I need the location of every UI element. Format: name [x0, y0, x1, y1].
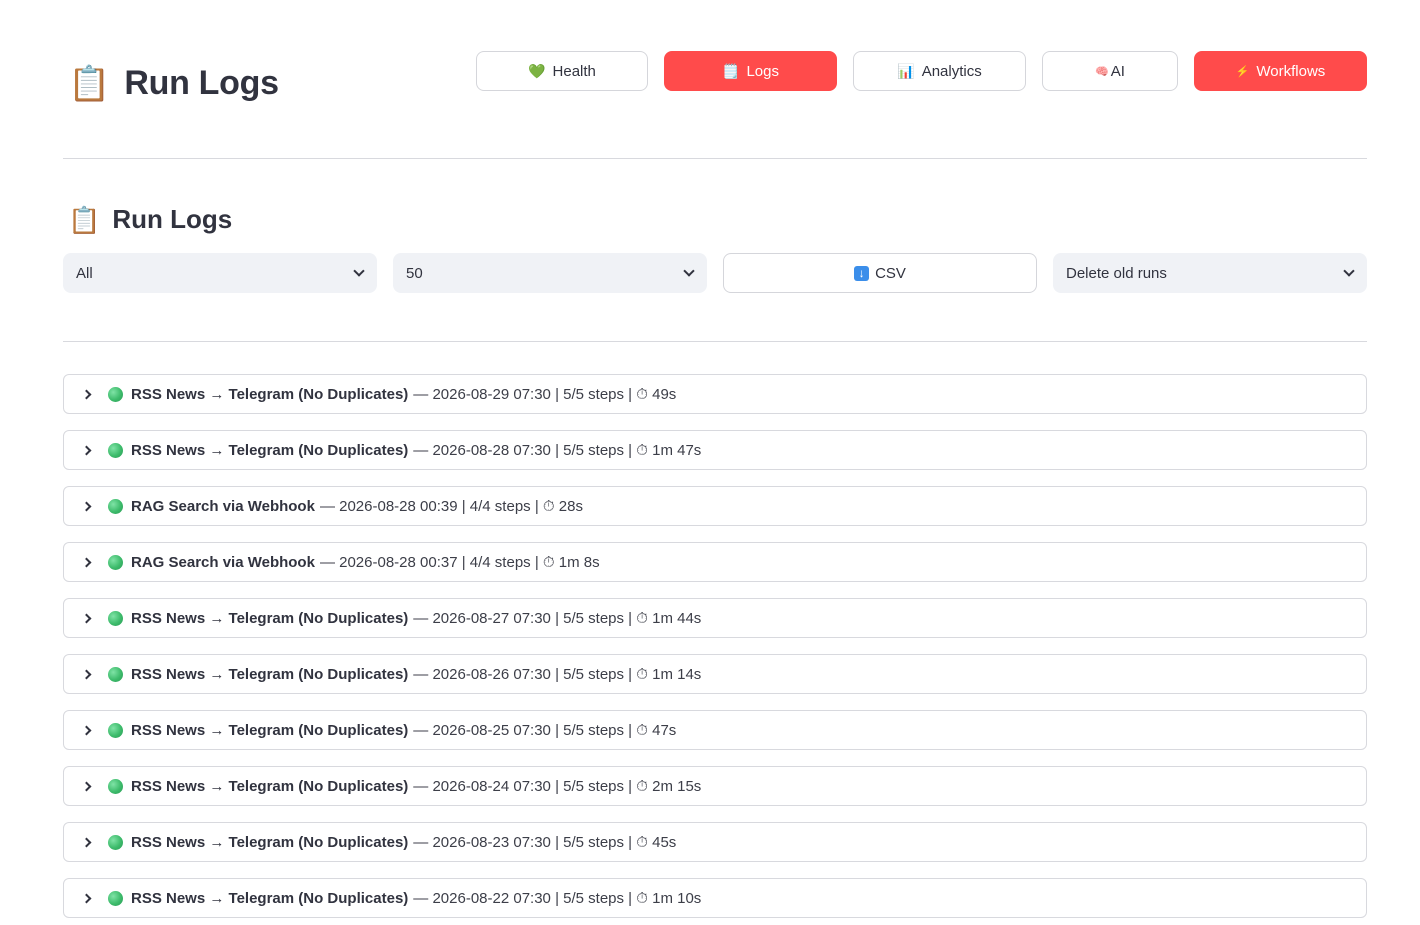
nav-ai-button[interactable]: 🧠 AI [1042, 51, 1178, 91]
chevron-right-icon [81, 725, 92, 735]
run-log-row[interactable]: RSS News → Telegram (No Duplicates) — 20… [63, 654, 1367, 694]
run-meta: — 2026-08-25 07:30 | 5/5 steps | ⏱ 47s [413, 721, 677, 739]
clipboard-icon: 📋 [68, 204, 101, 235]
delete-old-runs-label: Delete old runs [1066, 264, 1167, 282]
run-name: RSS News → Telegram (No Duplicates) [131, 721, 409, 739]
run-name: RSS News → Telegram (No Duplicates) [131, 609, 409, 627]
chevron-right-icon [81, 893, 92, 903]
status-success-icon [108, 610, 123, 626]
nav-analytics-button[interactable]: 📊 Analytics [853, 51, 1026, 91]
run-meta: — 2026-08-28 00:37 | 4/4 steps | ⏱ 1m 8s [319, 553, 600, 571]
run-name: RAG Search via Webhook [131, 553, 315, 571]
nav-analytics-label: Analytics [921, 62, 982, 80]
page-header: 📋 Run Logs [68, 64, 279, 103]
run-meta: — 2026-08-28 00:39 | 4/4 steps | ⏱ 28s [319, 497, 583, 515]
run-log-row[interactable]: RSS News → Telegram (No Duplicates) — 20… [63, 430, 1367, 470]
chevron-right-icon [81, 557, 92, 567]
chevron-right-icon [81, 445, 92, 455]
run-name: RSS News → Telegram (No Duplicates) [131, 833, 409, 851]
section-title: Run Logs [112, 204, 233, 234]
run-name: RSS News → Telegram (No Duplicates) [131, 777, 409, 795]
run-log-row[interactable]: RSS News → Telegram (No Duplicates) — 20… [63, 822, 1367, 862]
divider [63, 158, 1367, 159]
green-heart-icon: 💚 [528, 62, 546, 79]
chevron-down-icon [683, 265, 695, 277]
status-success-icon [108, 554, 123, 570]
status-success-icon [108, 890, 123, 906]
run-meta: — 2026-08-23 07:30 | 5/5 steps | ⏱ 45s [413, 833, 677, 851]
status-success-icon [108, 498, 123, 514]
status-success-icon [108, 778, 123, 794]
chevron-down-icon [353, 265, 365, 277]
download-arrow-icon: ↓ [854, 265, 870, 281]
limit-value: 50 [406, 264, 423, 282]
nav-logs-button[interactable]: 🗒️ Logs [664, 51, 837, 91]
run-meta: — 2026-08-28 07:30 | 5/5 steps | ⏱ 1m 47… [413, 441, 702, 459]
chevron-right-icon [81, 613, 92, 623]
status-success-icon [108, 834, 123, 850]
page: 📋 Run Logs 💚 Health 🗒️ Logs 📊 Analytics … [0, 0, 1420, 925]
run-meta: — 2026-08-26 07:30 | 5/5 steps | ⏱ 1m 14… [413, 665, 702, 683]
chevron-right-icon [81, 837, 92, 847]
status-success-icon [108, 666, 123, 682]
run-log-row[interactable]: RSS News → Telegram (No Duplicates) — 20… [63, 878, 1367, 918]
nav-health-button[interactable]: 💚 Health [476, 51, 648, 91]
status-success-icon [108, 442, 123, 458]
chevron-right-icon [81, 501, 92, 511]
run-meta: — 2026-08-22 07:30 | 5/5 steps | ⏱ 1m 10… [413, 889, 702, 907]
lightning-icon: ⚡ [1235, 65, 1250, 78]
nav-ai-label: AI [1110, 62, 1125, 80]
notepad-icon: 🗒️ [722, 62, 740, 79]
run-log-row[interactable]: RSS News → Telegram (No Duplicates) — 20… [63, 710, 1367, 750]
section-header: 📋 Run Logs [68, 204, 232, 235]
run-meta: — 2026-08-27 07:30 | 5/5 steps | ⏱ 1m 44… [413, 609, 702, 627]
nav-health-label: Health [552, 62, 596, 80]
run-log-row[interactable]: RSS News → Telegram (No Duplicates) — 20… [63, 598, 1367, 638]
run-meta: — 2026-08-29 07:30 | 5/5 steps | ⏱ 49s [413, 385, 677, 403]
chevron-down-icon [1343, 265, 1355, 277]
chevron-right-icon [81, 669, 92, 679]
csv-download-button[interactable]: ↓ CSV [723, 253, 1037, 293]
run-log-row[interactable]: RAG Search via Webhook — 2026-08-28 00:3… [63, 542, 1367, 582]
run-log-row[interactable]: RSS News → Telegram (No Duplicates) — 20… [63, 374, 1367, 414]
chevron-right-icon [81, 389, 92, 399]
status-success-icon [108, 722, 123, 738]
run-name: RSS News → Telegram (No Duplicates) [131, 441, 409, 459]
bar-chart-icon: 📊 [897, 62, 915, 79]
run-log-row[interactable]: RSS News → Telegram (No Duplicates) — 20… [63, 766, 1367, 806]
limit-select[interactable]: 50 [393, 253, 707, 293]
delete-old-runs-select[interactable]: Delete old runs [1053, 253, 1367, 293]
status-filter-select[interactable]: All [63, 253, 377, 293]
run-name: RAG Search via Webhook [131, 497, 315, 515]
status-success-icon [108, 386, 123, 402]
divider [63, 341, 1367, 342]
nav-workflows-label: Workflows [1256, 62, 1326, 80]
run-meta: — 2026-08-24 07:30 | 5/5 steps | ⏱ 2m 15… [413, 777, 702, 795]
run-name: RSS News → Telegram (No Duplicates) [131, 665, 409, 683]
chevron-right-icon [81, 781, 92, 791]
run-name: RSS News → Telegram (No Duplicates) [131, 385, 409, 403]
status-filter-value: All [76, 264, 93, 282]
run-log-row[interactable]: RAG Search via Webhook — 2026-08-28 00:3… [63, 486, 1367, 526]
page-title: Run Logs [124, 64, 279, 102]
run-name: RSS News → Telegram (No Duplicates) [131, 889, 409, 907]
nav-logs-label: Logs [746, 62, 779, 80]
clipboard-icon: 📋 [68, 64, 111, 103]
nav-workflows-button[interactable]: ⚡ Workflows [1194, 51, 1367, 91]
csv-label: CSV [875, 264, 906, 282]
brain-icon: 🧠 [1095, 65, 1109, 78]
